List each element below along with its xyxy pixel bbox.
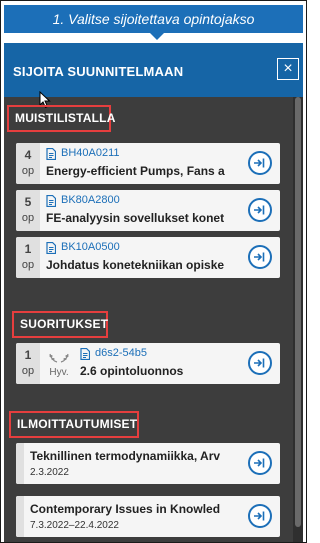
course-code: BK80A2800 <box>61 194 120 206</box>
select-course-button[interactable] <box>248 151 272 175</box>
panel-scrollbar[interactable] <box>293 97 303 542</box>
arrow-into-icon <box>254 511 265 521</box>
section-label-completed: SUORITUKSET <box>12 311 108 338</box>
credits-unit: op <box>21 259 35 271</box>
laurel-icon <box>49 353 69 363</box>
credits-box: 4 op <box>16 143 40 184</box>
card-strip <box>16 496 24 537</box>
credits-value: 5 <box>24 195 32 209</box>
course-code: BK10A0500 <box>61 241 120 253</box>
document-icon <box>46 148 56 160</box>
course-name: Energy-efficient Pumps, Fans a <box>46 164 225 178</box>
arrow-into-icon <box>254 358 265 368</box>
course-name: Teknillinen termodynamiikka, Arv <box>30 449 221 463</box>
section-label-memo: MUISTILISTALLA <box>7 105 115 132</box>
course-name: Johdatus konetekniikan opiske <box>46 258 225 272</box>
registration-card[interactable]: Contemporary Issues in Knowled 7.3.2022–… <box>16 496 280 537</box>
arrow-into-icon <box>254 252 265 262</box>
course-code: BH40A0211 <box>61 147 120 159</box>
scrollbar-thumb[interactable] <box>295 97 301 527</box>
credits-unit: op <box>21 212 35 224</box>
credits-unit: op <box>21 365 35 377</box>
completion-card[interactable]: 1 op Hyv. d6s2-54b5 2.6 opintoluonnos <box>16 343 280 384</box>
registration-date: 2.3.2022 <box>30 467 69 478</box>
select-course-button[interactable] <box>248 451 272 475</box>
section-label-registrations: ILMOITTAUTUMISET <box>9 411 139 438</box>
course-name: Contemporary Issues in Knowled <box>30 502 221 516</box>
step-banner-pointer <box>150 33 164 40</box>
course-code: d6s2-54b5 <box>95 347 147 359</box>
credits-box: 1 op <box>16 237 40 278</box>
panel-header: SIJOITA SUUNNITELMAAN × <box>4 43 303 97</box>
placement-panel: SIJOITA SUUNNITELMAAN × MUISTILISTALLA 4… <box>4 43 303 542</box>
card-strip <box>16 443 24 484</box>
credits-value: 1 <box>24 242 32 256</box>
registration-date: 7.3.2022–22.4.2022 <box>30 520 119 531</box>
planner-window: 1. Valitse sijoitettava opintojakso SIJO… <box>0 0 307 543</box>
panel-title: SIJOITA SUUNNITELMAAN <box>13 64 184 79</box>
course-name: FE-analyysin sovellukset konet <box>46 211 225 225</box>
course-name: 2.6 opintoluonnos <box>80 364 184 378</box>
document-icon <box>46 195 56 207</box>
select-course-button[interactable] <box>248 198 272 222</box>
course-card[interactable]: 5 op BK80A2800 FE-analyysin sovellukset … <box>16 190 280 231</box>
close-button[interactable]: × <box>277 58 299 80</box>
grade-badge: Hyv. <box>42 346 76 381</box>
document-icon <box>46 242 56 254</box>
arrow-into-icon <box>254 205 265 215</box>
document-icon <box>80 348 90 360</box>
credits-box: 1 op <box>16 343 40 384</box>
step-banner: 1. Valitse sijoitettava opintojakso <box>4 5 303 33</box>
grade-text: Hyv. <box>49 367 69 378</box>
arrow-into-icon <box>254 458 265 468</box>
credits-value: 4 <box>24 148 32 162</box>
select-course-button[interactable] <box>248 351 272 375</box>
select-course-button[interactable] <box>248 504 272 528</box>
credits-value: 1 <box>24 348 32 362</box>
select-course-button[interactable] <box>248 245 272 269</box>
credits-box: 5 op <box>16 190 40 231</box>
close-icon: × <box>283 60 293 77</box>
credits-unit: op <box>21 165 35 177</box>
arrow-into-icon <box>254 158 265 168</box>
course-card[interactable]: 1 op BK10A0500 Johdatus konetekniikan op… <box>16 237 280 278</box>
course-card[interactable]: 4 op BH40A0211 Energy-efficient Pumps, F… <box>16 143 280 184</box>
registration-card[interactable]: Teknillinen termodynamiikka, Arv 2.3.202… <box>16 443 280 484</box>
